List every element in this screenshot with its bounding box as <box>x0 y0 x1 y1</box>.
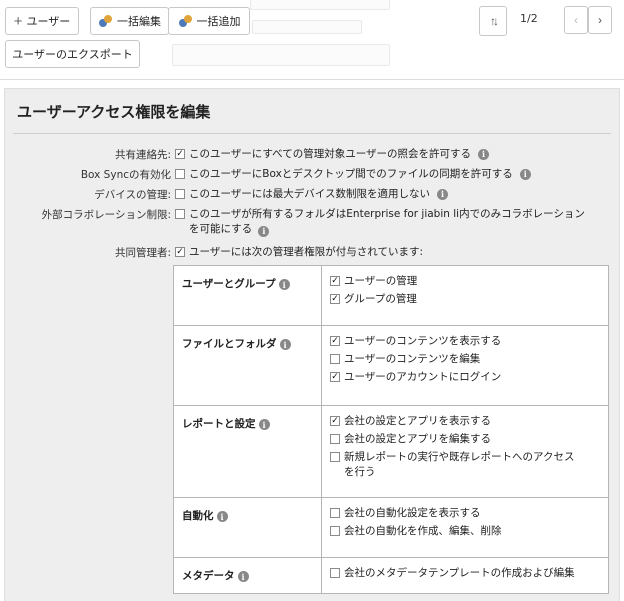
permission-metadata-templates[interactable]: 会社のメタデータテンプレートの作成および編集 <box>330 566 600 581</box>
info-icon[interactable]: i <box>436 189 448 200</box>
permission-manage-automation[interactable]: 会社の自動化を作成、編集、削除 <box>330 524 600 539</box>
permission-edit-settings[interactable]: 会社の設定とアプリを編集する <box>330 432 600 447</box>
background-field <box>172 44 390 66</box>
divider <box>13 133 611 134</box>
info-icon[interactable]: i <box>278 279 290 290</box>
field-label: 共有連絡先: <box>114 149 171 161</box>
background-field <box>250 0 390 10</box>
field-text: ユーザーには次の管理者権限が付与されています: <box>189 246 424 258</box>
sort-arrows-icon: ↑↓ <box>490 14 499 28</box>
checkbox[interactable]: ✓ <box>330 276 340 286</box>
permission-label: 会社の設定とアプリを表示する <box>344 415 491 427</box>
checkbox[interactable] <box>330 568 340 578</box>
panel-title: ユーザーアクセス権限を編集 <box>17 103 211 121</box>
category-reports-settings: レポートと設定 <box>182 418 256 430</box>
permission-view-automation[interactable]: 会社の自動化設定を表示する <box>330 506 600 521</box>
users-icon <box>98 14 113 28</box>
permission-edit-content[interactable]: ユーザーのコンテンツを編集 <box>330 352 600 367</box>
permission-label: ユーザーのアカウントにログイン <box>344 371 502 383</box>
checkbox[interactable] <box>330 508 340 518</box>
checkbox[interactable] <box>330 452 340 462</box>
category-automation: 自動化 <box>182 510 214 522</box>
device-limit-checkbox[interactable] <box>175 189 185 199</box>
users-icon <box>178 14 193 28</box>
category-metadata: メタデータ <box>182 570 235 582</box>
checkbox[interactable] <box>330 354 340 364</box>
permission-label: 会社の自動化を作成、編集、削除 <box>344 525 502 537</box>
background-field <box>252 20 362 34</box>
info-icon[interactable]: i <box>258 226 270 237</box>
bulk-edit-button[interactable]: 一括編集 <box>90 7 169 35</box>
box-sync-checkbox[interactable] <box>175 169 185 179</box>
permission-label: 会社の設定とアプリを編集する <box>344 433 491 445</box>
next-page-button[interactable]: › <box>588 6 612 34</box>
permission-manage-groups[interactable]: ✓ グループの管理 <box>330 292 600 307</box>
permission-label: ユーザーのコンテンツを表示する <box>344 335 502 347</box>
shared-contacts-checkbox[interactable]: ✓ <box>175 149 185 159</box>
table-row: ユーザーとグループ i ✓ ユーザーの管理 ✓ グループの管理 <box>173 265 609 326</box>
permission-label: 会社の自動化設定を表示する <box>344 507 481 519</box>
admin-permissions-table: ユーザーとグループ i ✓ ユーザーの管理 ✓ グループの管理 ファイルとフォルダ i … <box>173 265 609 594</box>
export-users-button[interactable]: ユーザーのエクスポート <box>5 40 140 68</box>
permission-login-account[interactable]: ✓ ユーザーのアカウントにログイン <box>330 370 600 385</box>
co-admin-checkbox[interactable]: ✓ <box>175 247 185 257</box>
add-user-button[interactable]: + ユーザー <box>5 7 79 35</box>
bulk-edit-label: 一括編集 <box>117 16 161 28</box>
field-text: このユーザーにすべての管理対象ユーザーの照会を許可する <box>189 148 472 160</box>
plus-icon: + <box>13 12 23 30</box>
category-files-folders: ファイルとフォルダ <box>182 338 277 350</box>
checkbox[interactable]: ✓ <box>330 336 340 346</box>
info-icon[interactable]: i <box>216 511 228 522</box>
permission-view-settings[interactable]: ✓ 会社の設定とアプリを表示する <box>330 414 600 429</box>
permission-view-content[interactable]: ✓ ユーザーのコンテンツを表示する <box>330 334 600 349</box>
field-text: このユーザーにBoxとデスクトップ間でのファイルの同期を許可する <box>189 168 513 180</box>
external-collab-checkbox[interactable] <box>175 209 185 219</box>
permission-label: 会社のメタデータテンプレートの作成および編集 <box>344 567 575 579</box>
field-label: Box Syncの有効化 <box>80 169 171 181</box>
table-row: 自動化 i 会社の自動化設定を表示する 会社の自動化を作成、編集、削除 <box>173 497 609 558</box>
bulk-add-label: 一括追加 <box>196 16 241 28</box>
field-text: このユーザが所有するフォルダはEnterprise for jiabin li内… <box>189 208 585 235</box>
bulk-add-button[interactable]: 一括追加 <box>168 7 250 35</box>
permission-label: ユーザーの管理 <box>344 275 418 287</box>
checkbox[interactable]: ✓ <box>330 294 340 304</box>
table-row: メタデータ i 会社のメタデータテンプレートの作成および編集 <box>173 557 609 594</box>
field-label: デバイスの管理: <box>94 189 171 201</box>
chevron-right-icon: › <box>598 13 602 27</box>
permission-label: グループの管理 <box>344 293 417 305</box>
checkbox[interactable]: ✓ <box>330 372 340 382</box>
info-icon[interactable]: i <box>279 339 291 350</box>
table-row: レポートと設定 i ✓ 会社の設定とアプリを表示する 会社の設定とアプリを編集する … <box>173 405 609 498</box>
edit-access-panel: ユーザーアクセス権限を編集 共有連絡先: ✓ このユーザーにすべての管理対象ユー… <box>4 88 620 601</box>
toolbar: + ユーザー 一括編集 一括追加 ユーザーのエクスポート ↑↓ 1/2 ‹ › <box>0 0 624 80</box>
checkbox[interactable] <box>330 526 340 536</box>
category-users-groups: ユーザーとグループ <box>182 278 276 290</box>
page-indicator: 1/2 <box>520 12 538 25</box>
info-icon[interactable]: i <box>258 419 270 430</box>
permission-run-reports[interactable]: 新規レポートの実行や既存レポートへのアクセスを行う <box>330 450 600 480</box>
checkbox[interactable] <box>330 434 340 444</box>
field-text: このユーザーには最大デバイス数制限を適用しない <box>189 188 430 200</box>
permission-label: 新規レポートの実行や既存レポートへのアクセスを行う <box>344 451 575 478</box>
field-label: 外部コラボレーション制限: <box>41 209 171 221</box>
info-icon[interactable]: i <box>478 149 490 160</box>
permission-manage-users[interactable]: ✓ ユーザーの管理 <box>330 274 600 289</box>
info-icon[interactable]: i <box>237 571 249 582</box>
chevron-left-icon: ‹ <box>574 13 578 27</box>
sort-button[interactable]: ↑↓ <box>479 6 507 36</box>
info-icon[interactable]: i <box>519 169 531 180</box>
prev-page-button[interactable]: ‹ <box>564 6 588 34</box>
table-row: ファイルとフォルダ i ✓ ユーザーのコンテンツを表示する ユーザーのコンテンツを編… <box>173 325 609 406</box>
field-label: 共同管理者: <box>114 247 171 259</box>
export-users-label: ユーザーのエクスポート <box>12 49 133 61</box>
checkbox[interactable]: ✓ <box>330 416 340 426</box>
permission-label: ユーザーのコンテンツを編集 <box>344 353 481 365</box>
add-user-label: ユーザー <box>26 16 71 28</box>
